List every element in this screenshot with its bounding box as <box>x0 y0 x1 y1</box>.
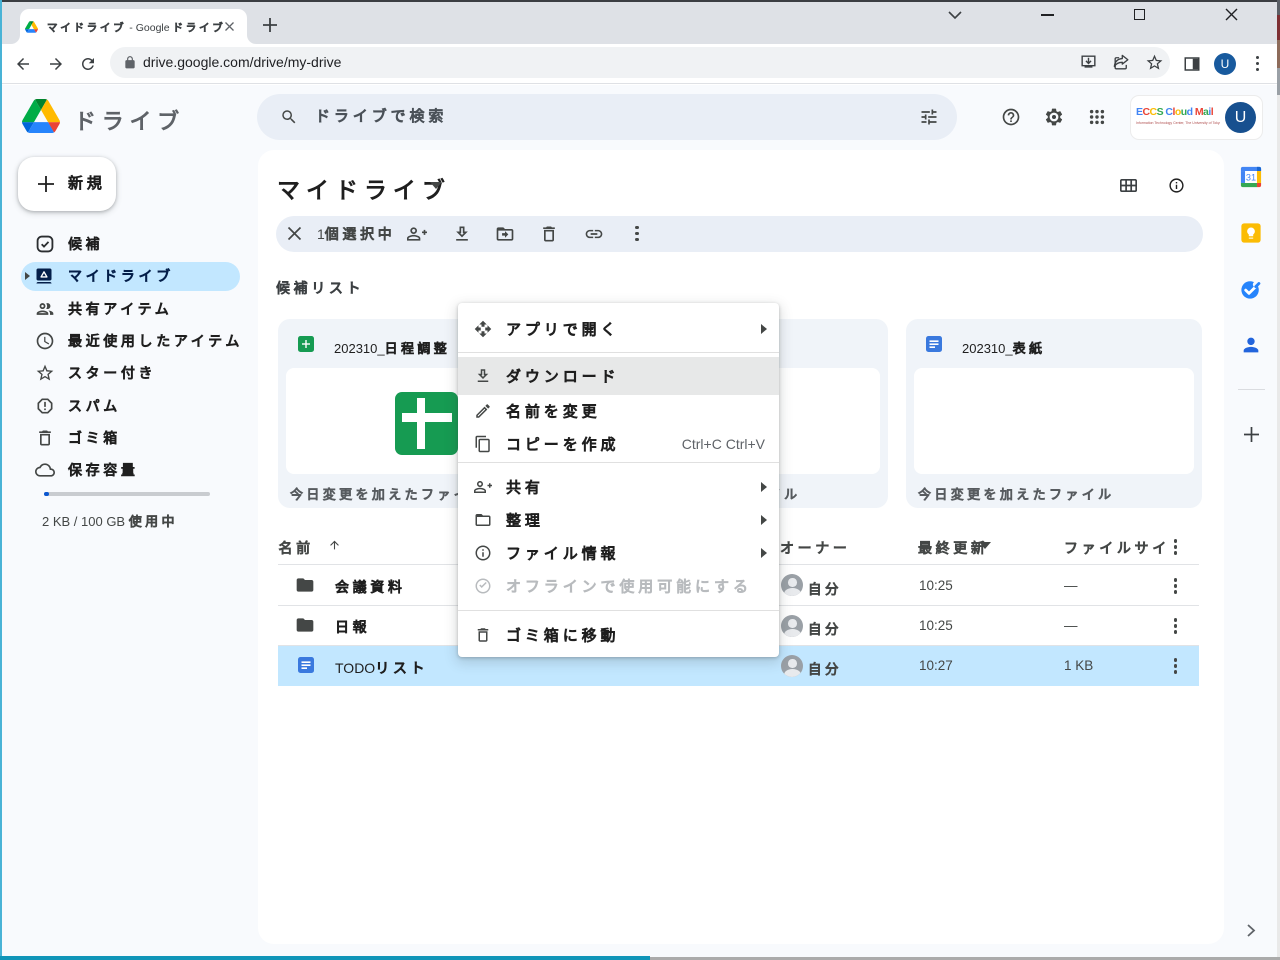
svg-text:31: 31 <box>1246 172 1256 182</box>
